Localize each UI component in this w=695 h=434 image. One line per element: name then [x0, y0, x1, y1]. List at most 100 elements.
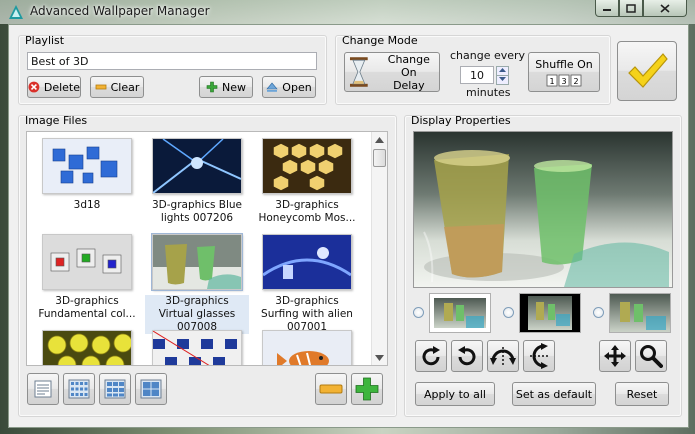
view-large-icons-button[interactable] — [135, 373, 167, 405]
change-mode-group: Change Mode Change On Delay change every… — [335, 34, 611, 105]
layout-center-preview-icon — [444, 303, 484, 328]
stepper-up-button[interactable] — [496, 66, 509, 76]
open-button[interactable]: Open — [262, 76, 316, 98]
scroll-down-arrow[interactable] — [372, 350, 387, 365]
image-file-item[interactable] — [35, 330, 139, 365]
layout-fill-preview-icon — [620, 302, 666, 330]
remove-image-button[interactable] — [315, 373, 347, 405]
app-window: Advanced Wallpaper Manager Playlist Best… — [0, 0, 695, 434]
image-file-item[interactable]: 3d18 — [35, 138, 139, 212]
window-title: Advanced Wallpaper Manager — [30, 4, 210, 18]
window-controls — [595, 0, 687, 18]
flip-vertical-button[interactable] — [487, 340, 519, 372]
minimize-button[interactable] — [595, 0, 619, 17]
delete-icon — [28, 81, 40, 93]
delete-label: Delete — [43, 80, 80, 94]
layout-option-stretch-radio[interactable] — [503, 307, 514, 318]
zoom-button[interactable] — [635, 340, 667, 372]
set-as-default-button[interactable]: Set as default — [512, 382, 596, 406]
move-button[interactable] — [599, 340, 631, 372]
image-file-item[interactable] — [255, 330, 359, 365]
medium-grid-icon — [104, 379, 126, 399]
image-file-caption: 3D-graphics Fundamental col... — [38, 295, 136, 320]
chevron-down-icon — [499, 77, 506, 81]
image-thumbnail[interactable] — [151, 233, 243, 291]
clear-button[interactable]: Clear — [90, 76, 144, 98]
scroll-down-icon — [375, 354, 384, 361]
minus-icon — [319, 384, 343, 394]
add-image-button[interactable] — [351, 373, 383, 405]
minutes-label: minutes — [466, 86, 511, 99]
vertical-scrollbar[interactable] — [371, 132, 387, 365]
shuffle-button[interactable]: Shuffle On 1 3 2 — [528, 52, 600, 92]
image-thumbnail[interactable] — [262, 138, 352, 194]
image-files-group-label: Image Files — [25, 114, 88, 127]
image-file-item[interactable]: 3D-graphics Virtual glasses 007008 — [145, 233, 249, 334]
layout-option-fill-radio[interactable] — [593, 307, 604, 318]
display-properties-group-label: Display Properties — [411, 114, 511, 127]
change-mode-line1: Change On — [387, 52, 430, 79]
title-bar[interactable]: Advanced Wallpaper Manager — [0, 0, 695, 24]
change-mode-button[interactable]: Change On Delay — [344, 52, 440, 92]
playlist-name-field[interactable]: Best of 3D — [27, 52, 317, 70]
image-thumbnail[interactable] — [152, 330, 242, 365]
image-file-item[interactable] — [145, 330, 249, 365]
close-icon — [660, 3, 670, 13]
image-thumbnail[interactable] — [262, 330, 352, 365]
image-file-item[interactable]: 3D-graphics Fundamental col... — [35, 234, 139, 321]
display-properties-group: Display Properties Apply to all Set as d… — [404, 114, 682, 417]
rotate-counterclockwise-icon — [458, 346, 476, 366]
checkmark-icon — [628, 53, 668, 88]
layout-fit-preview-icon — [536, 302, 570, 326]
image-file-item[interactable]: 3D-graphics Blue lights 007206 — [145, 138, 249, 225]
view-small-icons-button[interactable] — [63, 373, 95, 405]
view-details-button[interactable] — [27, 373, 59, 405]
layout-option-center-radio[interactable] — [413, 307, 424, 318]
playlist-group-label: Playlist — [25, 34, 65, 47]
interval-stepper[interactable] — [496, 66, 509, 85]
image-thumbnail[interactable] — [42, 330, 132, 365]
svg-text:2: 2 — [573, 77, 578, 86]
view-medium-icons-button[interactable] — [99, 373, 131, 405]
apply-to-all-button[interactable]: Apply to all — [415, 382, 495, 406]
new-button[interactable]: New — [199, 76, 253, 98]
scroll-up-arrow[interactable] — [372, 132, 387, 147]
flip-horizontal-button[interactable] — [523, 340, 555, 372]
stepper-down-button[interactable] — [496, 76, 509, 85]
image-thumbnail[interactable] — [152, 138, 242, 194]
reset-button[interactable]: Reset — [615, 382, 669, 406]
image-thumbnail[interactable] — [42, 138, 132, 194]
shuffle-label: Shuffle On — [535, 57, 593, 71]
hourglass-icon — [349, 57, 368, 87]
image-file-caption: 3D-graphics Blue lights 007206 — [151, 199, 243, 224]
add-icon — [206, 81, 218, 93]
client-area: Playlist Best of 3D Delete Clear New Ope… — [8, 24, 689, 428]
image-file-caption: 3D-graphics Virtual glasses 007008 — [145, 295, 249, 334]
close-button[interactable] — [643, 0, 687, 17]
image-thumbnail[interactable] — [42, 234, 132, 290]
open-label: Open — [282, 80, 312, 94]
clear-icon — [95, 84, 107, 90]
image-file-item[interactable]: 3D-graphics Honeycomb Mos... — [255, 138, 359, 225]
rotate-left-button[interactable] — [451, 340, 483, 372]
change-mode-line2: Delay — [393, 78, 425, 92]
image-grid: 3d18 3D-graphics Blue lights 007206 3D-gra… — [26, 131, 388, 366]
layout-fit-thumb[interactable] — [519, 293, 581, 333]
flip-horizontal-icon — [530, 343, 549, 369]
delete-button[interactable]: Delete — [27, 76, 81, 98]
svg-text:3: 3 — [561, 77, 566, 86]
app-logo-icon — [9, 5, 23, 19]
apply-confirm-button[interactable] — [617, 41, 677, 101]
rotate-clockwise-icon — [422, 346, 440, 366]
scroll-thumb[interactable] — [373, 149, 386, 167]
layout-fill-thumb[interactable] — [609, 293, 671, 333]
apply-to-all-label: Apply to all — [424, 387, 486, 401]
scroll-up-icon — [375, 136, 384, 143]
image-thumbnail[interactable] — [262, 234, 352, 290]
new-label: New — [222, 80, 246, 94]
layout-center-thumb[interactable] — [429, 293, 491, 333]
interval-input[interactable]: 10 — [460, 66, 494, 84]
rotate-right-button[interactable] — [415, 340, 447, 372]
image-file-item[interactable]: 3D-graphics Surfing with alien 007001 — [255, 234, 359, 334]
maximize-button[interactable] — [619, 0, 643, 17]
